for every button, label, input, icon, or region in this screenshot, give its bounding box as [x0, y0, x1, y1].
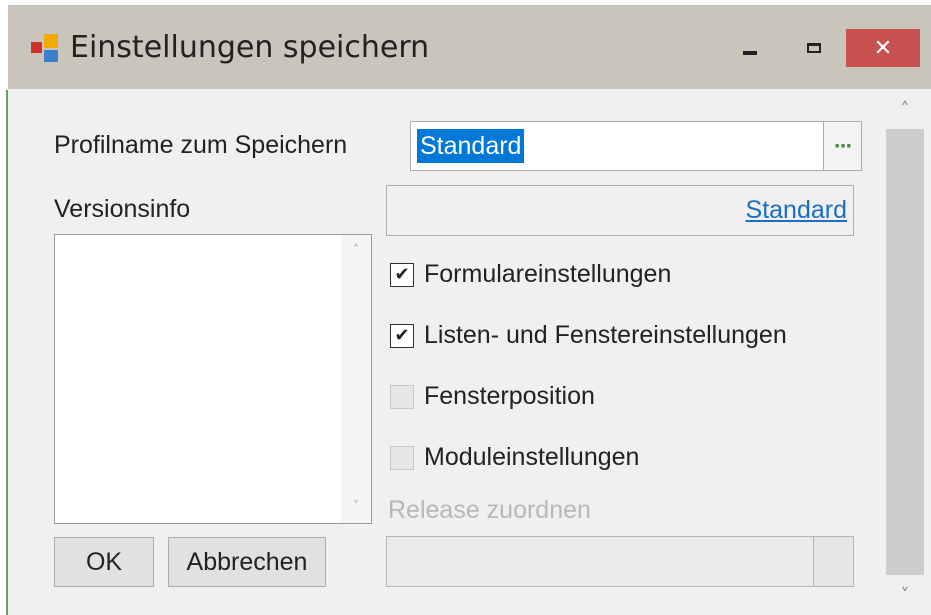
- version-info-textbox[interactable]: ˄ ˅: [54, 234, 372, 524]
- app-icon: [31, 34, 58, 62]
- close-button[interactable]: ✕: [846, 29, 920, 67]
- title-bar: Einstellungen speichern ✕: [8, 5, 931, 89]
- checkbox-label[interactable]: Listen- und Fenstereinstellungen: [424, 321, 787, 350]
- checkbox-formulareinstellungen[interactable]: ✔: [390, 263, 414, 287]
- checkbox-moduleinstellungen[interactable]: [390, 446, 414, 470]
- minimize-icon: [743, 51, 757, 55]
- scroll-down-icon[interactable]: ˅: [886, 575, 924, 615]
- maximize-button[interactable]: [794, 29, 834, 67]
- minimize-button[interactable]: [730, 29, 770, 67]
- close-icon: ✕: [873, 35, 893, 61]
- standard-link[interactable]: Standard: [746, 196, 847, 225]
- ok-button[interactable]: OK: [54, 537, 154, 587]
- checkbox-listen-fenstereinstellungen[interactable]: ✔: [390, 324, 414, 348]
- window-scrollbar[interactable]: ˄ ˅: [886, 89, 924, 615]
- scrollbar-thumb[interactable]: [886, 129, 924, 575]
- checkbox-label[interactable]: Moduleinstellungen: [424, 443, 639, 472]
- profile-name-input[interactable]: Standard ···: [410, 121, 862, 171]
- release-label: Release zuordnen: [388, 496, 591, 524]
- dialog-content: Profilname zum Speichern Standard ··· Ve…: [8, 89, 886, 615]
- window-title: Einstellungen speichern: [70, 30, 430, 65]
- checkbox-fensterposition[interactable]: [390, 385, 414, 409]
- checkbox-label[interactable]: Formulareinstellungen: [424, 260, 671, 289]
- check-mark-icon: ✔: [394, 264, 410, 285]
- check-mark-icon: ✔: [394, 325, 410, 346]
- version-scroll-down-icon[interactable]: ˅: [341, 495, 371, 519]
- profile-name-label: Profilname zum Speichern: [54, 131, 348, 159]
- browse-button[interactable]: ···: [823, 122, 861, 170]
- release-dropdown-button[interactable]: [813, 537, 853, 586]
- profile-info-box: Standard: [386, 185, 854, 236]
- checkbox-label[interactable]: Fensterposition: [424, 382, 595, 411]
- cancel-button[interactable]: Abbrechen: [168, 537, 326, 587]
- release-combobox[interactable]: [386, 536, 854, 587]
- profile-name-value: Standard: [417, 129, 525, 163]
- dialog-window: Einstellungen speichern ✕ Profilname zum…: [8, 5, 931, 615]
- version-scroll-up-icon[interactable]: ˄: [341, 239, 371, 263]
- maximize-icon: [807, 43, 821, 53]
- scroll-up-icon[interactable]: ˄: [886, 89, 924, 129]
- version-info-label: Versionsinfo: [54, 195, 191, 223]
- version-info-scrollbar[interactable]: ˄ ˅: [341, 235, 371, 523]
- background-edge: [0, 0, 8, 615]
